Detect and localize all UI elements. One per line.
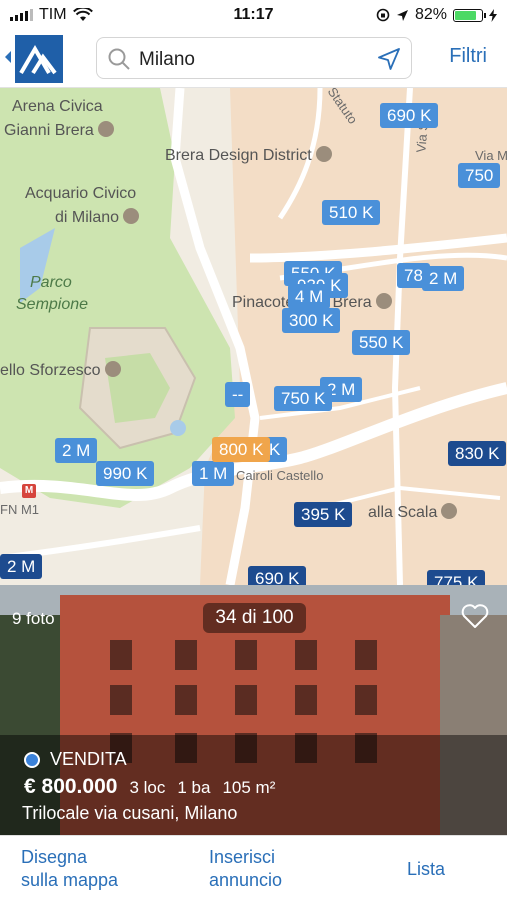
map-label-via-m: Via M [475,148,507,163]
status-dot-icon [24,751,40,768]
status-bar: TIM 11:17 82% [0,0,507,30]
rotation-lock-icon [376,8,390,22]
back-chevron-icon[interactable] [4,50,12,64]
map-label-arena: Arena Civica [12,98,103,115]
price-pin[interactable]: 300 K [282,308,341,333]
poi-icon [375,293,392,309]
listing-type: VENDITA [24,749,127,770]
app-logo[interactable] [15,35,63,83]
price-pin[interactable]: 1 M [192,461,235,486]
heart-icon[interactable] [461,603,489,629]
price-pin[interactable]: 4 M [288,284,331,309]
map-label-sforzesco: ello Sforzesco [0,361,121,380]
listing-baths: 1 ba [177,778,211,797]
map-label-acquario: Acquario Civico [25,185,137,202]
insert-listing-button[interactable]: Inserisci annuncio [209,846,282,892]
selected-price-pin[interactable]: 800 K [212,437,271,462]
draw-line-2: sulla mappa [21,870,119,890]
map-label-arena-2: Gianni Brera [4,121,114,140]
location-arrow-icon [396,9,408,21]
photo-count: 9 foto [12,609,55,628]
map-label-brera-district: Brera Design District [165,146,332,165]
map-label-scala: alla Scala [368,503,458,522]
draw-on-map-button[interactable]: Disegna sulla mappa [21,846,118,892]
price-pin[interactable]: 2 M [422,266,465,291]
map-label-cairoli: Cairoli Castello [236,468,324,483]
insert-line-1: Inserisci [209,847,276,867]
map-view[interactable]: Arena Civica Gianni Brera Brera Design D… [0,88,507,585]
listing-counter: 34 di 100 [203,603,306,633]
listing-details: € 800.000 3 loc 1 ba 105 m² [24,775,275,799]
poi-icon [441,503,458,519]
search-icon [108,48,130,70]
price-pin[interactable]: 690 K [380,103,439,128]
listing-type-label: VENDITA [50,749,127,769]
search-bar[interactable]: Milano [96,37,412,79]
map-label-parco-2: Sempione [16,296,89,313]
poi-icon [123,208,140,224]
map-label-fnm: FN M1 [0,502,39,517]
listing-title: Trilocale via cusani, Milano [22,803,238,823]
battery-percent: 82% [414,6,447,23]
search-input[interactable]: Milano [139,49,195,71]
price-pin[interactable]: 775 K [427,570,486,585]
price-pin[interactable]: 750 [458,163,501,188]
listing-area: 105 m² [222,778,276,797]
charging-icon [489,8,497,22]
price-pin[interactable]: 690 K [248,566,307,585]
price-pin[interactable]: 510 K [322,200,381,225]
price-pin[interactable]: 550 K [352,330,411,355]
locate-me-icon[interactable] [377,47,401,71]
price-pin[interactable]: 990 K [96,461,155,486]
poi-icon [315,146,332,162]
map-label-acquario-2: di Milano [55,208,140,227]
poi-icon [104,361,121,377]
map-label-parco: Parco [30,274,72,291]
list-view-button[interactable]: Lista [407,858,445,881]
listing-rooms: 3 loc [129,778,166,797]
top-bar: Milano Filtri [0,30,507,88]
poi-icon [97,121,114,137]
price-pin[interactable]: 395 K [294,502,353,527]
battery-icon [453,8,486,22]
listing-card[interactable]: 9 foto 34 di 100 VENDITA € 800.000 3 loc… [0,585,507,835]
filters-button[interactable]: Filtri [449,45,487,68]
draw-line-1: Disegna [21,847,88,867]
metro-icon: M [22,484,36,498]
insert-line-2: annuncio [209,870,283,890]
price-pin[interactable]: 2 M [55,438,98,463]
bottom-bar: Disegna sulla mappa Inserisci annuncio L… [0,835,507,900]
price-pin[interactable]: 750 K [274,386,333,411]
logo-house-icon [19,45,57,75]
price-pin[interactable]: 830 K [448,441,507,466]
price-pin[interactable]: 2 M [0,554,43,579]
price-pin[interactable]: -- [225,382,251,407]
listing-price: € 800.000 [24,775,118,798]
